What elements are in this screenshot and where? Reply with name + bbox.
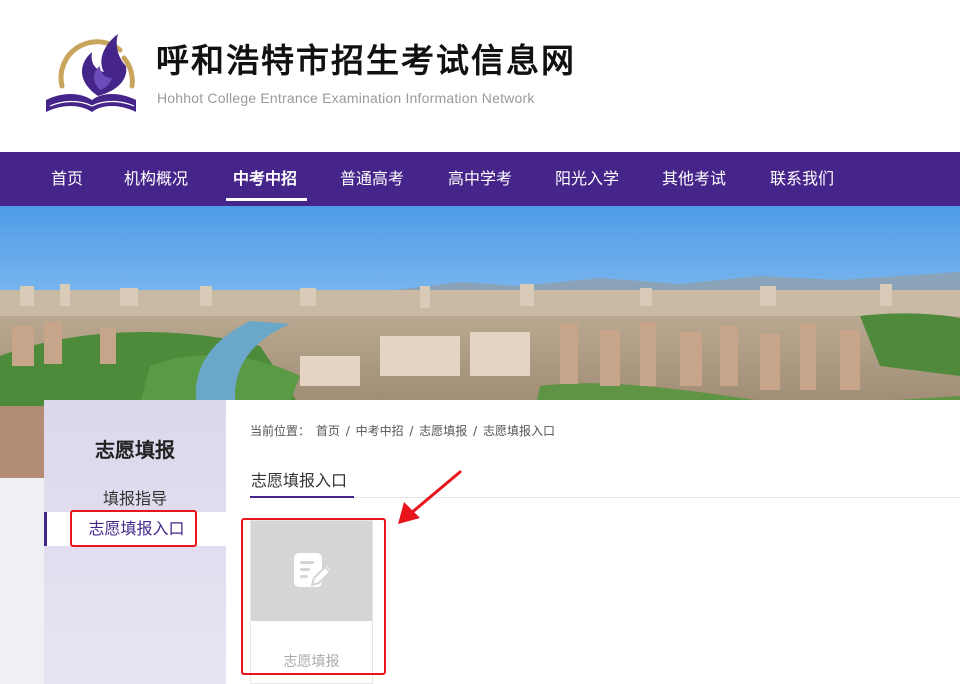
left-margin (0, 478, 44, 684)
nav-item-gaokao[interactable]: 普通高考 (340, 152, 404, 206)
site-subtitle: Hohhot College Entrance Examination Info… (157, 90, 535, 106)
breadcrumb-separator: / (409, 424, 414, 438)
breadcrumb: 当前位置： 首页 / 中考中招 / 志愿填报 / 志愿填报入口 (250, 422, 557, 439)
breadcrumb-separator: / (345, 424, 350, 438)
sidebar-title: 志愿填报 (95, 438, 175, 462)
nav-item-other-exams[interactable]: 其他考试 (662, 152, 726, 206)
section-title: 志愿填报入口 (251, 471, 348, 490)
breadcrumb-separator: / (473, 424, 478, 438)
sidebar: 志愿填报 填报指导 志愿填报入口 (44, 400, 226, 684)
nav-item-sunshine-admission[interactable]: 阳光入学 (555, 152, 619, 206)
breadcrumb-zhongkao[interactable]: 中考中招 (356, 424, 404, 438)
card-label: 志愿填报 (283, 654, 340, 670)
card-thumbnail (251, 521, 372, 621)
section-title-underline (250, 496, 354, 498)
main-nav: 首页 机构概况 中考中招 普通高考 高中学考 阳光入学 其他考试 联系我们 (0, 152, 960, 206)
nav-active-indicator (226, 198, 307, 201)
nav-item-about[interactable]: 机构概况 (124, 152, 188, 206)
breadcrumb-current: 志愿填报入口 (483, 424, 556, 438)
nav-item-contact[interactable]: 联系我们 (770, 152, 834, 206)
logo-icon[interactable] (40, 26, 140, 118)
breadcrumb-prefix: 当前位置： (250, 424, 311, 438)
site-header: 呼和浩特市招生考试信息网 Hohhot College Entrance Exa… (0, 0, 960, 152)
section-divider (250, 497, 960, 498)
page: 呼和浩特市招生考试信息网 Hohhot College Entrance Exa… (0, 0, 960, 684)
breadcrumb-home[interactable]: 首页 (316, 424, 340, 438)
site-title: 呼和浩特市招生考试信息网 (156, 41, 576, 80)
annotation-arrow-icon (398, 470, 462, 524)
nav-item-xuekao[interactable]: 高中学考 (448, 152, 512, 206)
sidebar-item-guide[interactable]: 填报指导 (44, 485, 226, 509)
nav-item-home[interactable]: 首页 (51, 152, 83, 206)
sidebar-item-entry[interactable]: 志愿填报入口 (44, 512, 226, 546)
edit-document-icon (294, 553, 334, 587)
volunteer-entry-card[interactable]: 志愿填报 (250, 520, 373, 684)
breadcrumb-volunteer[interactable]: 志愿填报 (419, 424, 467, 438)
